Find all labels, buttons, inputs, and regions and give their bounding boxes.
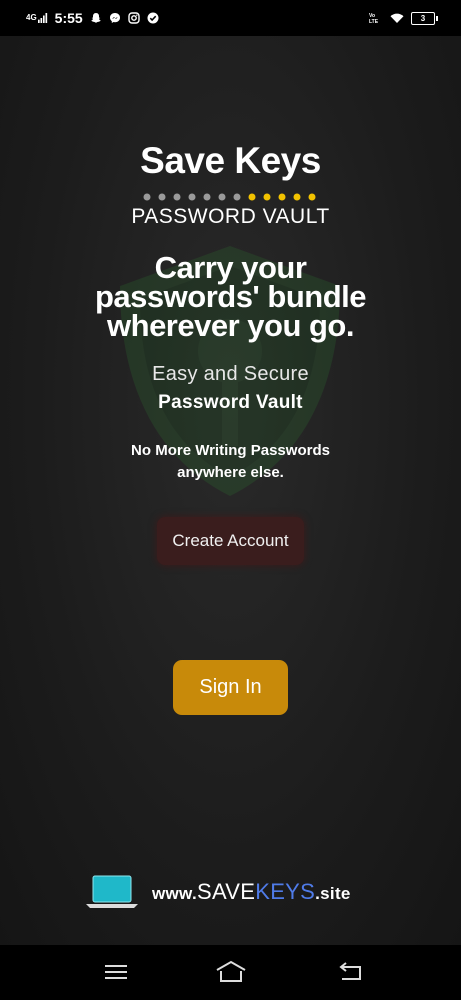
website-save: SAVE [196, 879, 256, 904]
note-line1: No More Writing Passwords [131, 442, 330, 459]
messenger-icon [109, 13, 120, 23]
signal-icon [37, 13, 47, 23]
create-account-button[interactable]: Create Account [157, 517, 304, 565]
website-footer: www.SAVEKEYS.site [86, 874, 351, 910]
svg-text:LTE: LTE [369, 19, 379, 24]
website-keys: KEYS [255, 879, 316, 904]
instagram-icon [128, 12, 140, 24]
back-icon[interactable] [336, 959, 366, 985]
sign-in-button[interactable]: Sign In [173, 660, 288, 715]
tagline-line1: Easy and Secure [152, 363, 309, 385]
headline: Carry your passwords' bundle wherever yo… [94, 250, 367, 343]
note-line2: anywhere else. [177, 464, 284, 481]
menu-icon[interactable] [101, 959, 131, 985]
volte-icon: Vo LTE [369, 13, 379, 24]
brand-dots [143, 193, 316, 201]
home-icon[interactable] [214, 959, 248, 985]
check-icon [147, 12, 159, 24]
note: No More Writing Passwords anywhere else. [0, 440, 461, 484]
welcome-screen: Save Keys PASSWORD VAULT Carry your pass… [0, 36, 461, 945]
wifi-icon [390, 13, 404, 23]
clock: 5:55 [54, 10, 83, 26]
laptop-icon [86, 875, 138, 908]
brand-title: Save Keys [140, 140, 321, 181]
snapchat-icon [90, 13, 101, 23]
status-right: Vo LTE 3 [369, 11, 438, 25]
navigation-bar [0, 945, 461, 1000]
status-bar: 4G 5:55 Vo LTE 3 [0, 0, 461, 36]
tagline-line2: Password Vault [158, 392, 303, 413]
status-left: 4G 5:55 [26, 10, 159, 26]
battery-indicator: 3 [411, 11, 438, 25]
website-suffix: .site [315, 884, 351, 903]
network-indicator: 4G [26, 13, 37, 22]
brand-subtitle: PASSWORD VAULT [131, 205, 330, 228]
website-url[interactable]: www.SAVEKEYS.site [152, 879, 351, 905]
website-prefix: www. [152, 884, 197, 903]
